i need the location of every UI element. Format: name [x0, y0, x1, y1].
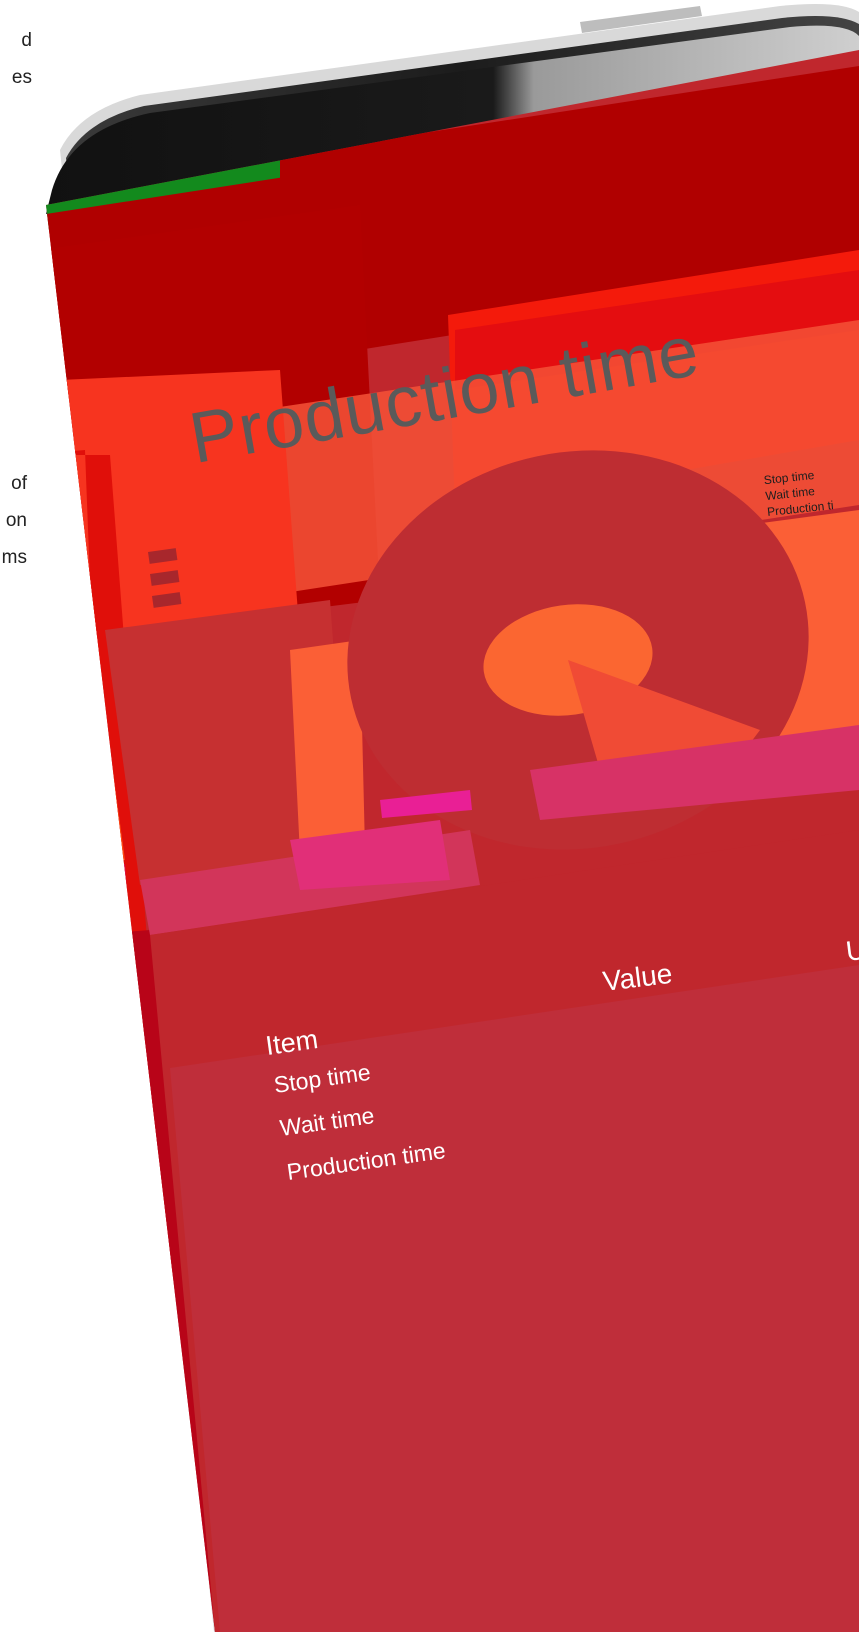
phone-device: Production time Stop time Wait time Prod… [0, 0, 859, 1632]
app-stage: d es of on ms Production time Stop time … [0, 0, 859, 1632]
phone-illustration [46, 4, 859, 1632]
side-controls[interactable] [148, 548, 182, 608]
phone-screen [46, 50, 859, 1632]
